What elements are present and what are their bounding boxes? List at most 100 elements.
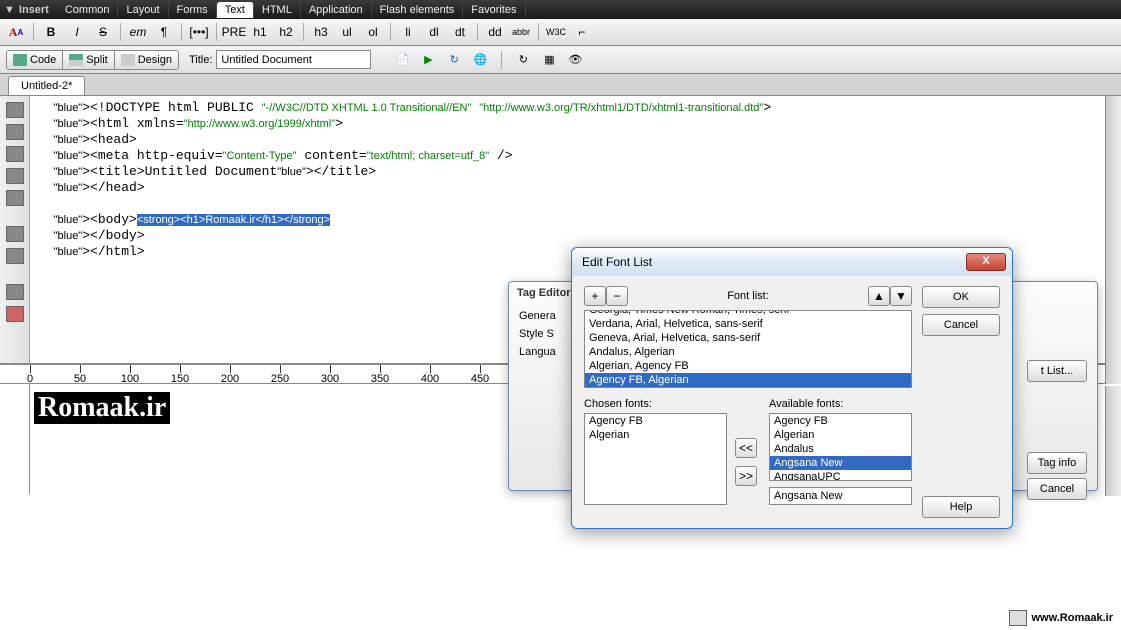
split-view-button[interactable]: Split <box>63 51 114 69</box>
insert-tab-common[interactable]: Common <box>57 2 119 18</box>
refresh-icon[interactable]: ↻ <box>443 50 465 70</box>
document-tab-row: Untitled-2* <box>0 74 1121 96</box>
gutter-tool-6[interactable] <box>6 226 24 242</box>
list-item[interactable]: Geneva, Arial, Helvetica, sans-serif <box>585 331 911 345</box>
gutter-tool-1[interactable] <box>6 102 24 118</box>
list-item[interactable]: Algerian <box>585 428 726 442</box>
move-left-button[interactable]: << <box>735 438 757 458</box>
format-ol-button[interactable]: ol <box>361 21 385 43</box>
available-fonts-box[interactable]: Agency FBAlgerianAndalusAngsana NewAngsa… <box>769 413 912 481</box>
gutter-tool-4[interactable] <box>6 168 24 184</box>
file-mgmt-icon[interactable]: 📄 <box>391 50 413 70</box>
list-item[interactable]: Algerian, Agency FB <box>585 359 911 373</box>
scrollbar-code[interactable] <box>1105 96 1121 384</box>
tag-editor-taginfo-button[interactable]: Tag info <box>1027 452 1087 474</box>
remove-button[interactable]: − <box>606 286 628 306</box>
title-label: Title: <box>189 54 212 66</box>
move-down-button[interactable]: ▼ <box>890 286 912 306</box>
move-up-button[interactable]: ▲ <box>868 286 890 306</box>
font-style-icon[interactable]: AA <box>4 21 28 43</box>
list-item[interactable]: Algerian <box>770 428 911 442</box>
format--button[interactable]: ¶ <box>152 21 176 43</box>
font-list-label: Font list: <box>628 290 868 302</box>
title-input[interactable] <box>216 50 371 69</box>
gutter-tool-2[interactable] <box>6 124 24 140</box>
dialog-title-text: Edit Font List <box>582 255 966 269</box>
format--button[interactable]: ⌐ <box>570 21 594 43</box>
format-i-button[interactable]: I <box>65 21 89 43</box>
code-view-button[interactable]: Code <box>7 51 63 69</box>
format-pre-button[interactable]: PRE <box>222 21 246 43</box>
tag-editor-list-button[interactable]: t List... <box>1027 360 1087 382</box>
list-item[interactable]: Agency FB <box>770 414 911 428</box>
format-em-button[interactable]: em <box>126 21 150 43</box>
footer-text: www.Romaak.ir <box>1031 612 1113 624</box>
chosen-fonts-label: Chosen fonts: <box>584 398 727 410</box>
insert-label[interactable]: Insert <box>19 4 49 16</box>
help-button[interactable]: Help <box>922 496 1000 518</box>
format-li-button[interactable]: li <box>396 21 420 43</box>
list-item[interactable]: Agency FB <box>585 414 726 428</box>
format-abbr-button[interactable]: abbr <box>509 21 533 43</box>
reload-icon[interactable]: ↻ <box>512 50 534 70</box>
format-h2-button[interactable]: h2 <box>274 21 298 43</box>
move-right-button[interactable]: >> <box>735 466 757 486</box>
vertical-ruler <box>0 384 30 494</box>
insert-tab-application[interactable]: Application <box>301 2 372 18</box>
format-w3c-button[interactable]: W3C <box>544 21 568 43</box>
visual-aids-icon[interactable]: 👁 <box>564 50 586 70</box>
available-fonts-label: Available fonts: <box>769 398 912 410</box>
list-item[interactable]: Georgia, Times New Roman, Times, serif <box>585 310 911 317</box>
list-item[interactable]: Andalus <box>770 442 911 456</box>
font-list-box[interactable]: Georgia, Times New Roman, Times, serifVe… <box>584 310 912 388</box>
preview-icon[interactable]: ▶ <box>417 50 439 70</box>
cancel-button[interactable]: Cancel <box>922 314 1000 336</box>
dialog-titlebar[interactable]: Edit Font List X <box>572 248 1012 276</box>
insert-tab-favorites[interactable]: Favorites <box>463 2 525 18</box>
view-switcher: Code Split Design <box>6 50 179 70</box>
gutter-tool-8[interactable] <box>6 284 24 300</box>
format-s-button[interactable]: S <box>91 21 115 43</box>
list-item[interactable]: Agency FB, Algerian <box>585 373 911 387</box>
format--button[interactable]: [•••] <box>187 21 211 43</box>
insert-dropdown-icon[interactable]: ▼ <box>4 4 15 16</box>
list-item[interactable]: Angsana New <box>770 456 911 470</box>
gutter-tool-5[interactable] <box>6 190 24 206</box>
insert-bar: ▼ Insert CommonLayoutFormsTextHTMLApplic… <box>0 0 1121 19</box>
footer-icon <box>1009 610 1027 626</box>
format-dd-button[interactable]: dd <box>483 21 507 43</box>
format-ul-button[interactable]: ul <box>335 21 359 43</box>
design-heading[interactable]: Romaak.ir <box>34 392 170 424</box>
options-icon[interactable]: ▦ <box>538 50 560 70</box>
document-toolbar: Code Split Design Title: 📄 ▶ ↻ 🌐 ↻ ▦ 👁 <box>0 46 1121 74</box>
scrollbar-design[interactable] <box>1105 386 1121 496</box>
insert-tab-layout[interactable]: Layout <box>118 2 168 18</box>
chosen-fonts-box[interactable]: Agency FBAlgerian <box>584 413 727 505</box>
insert-tab-flash-elements[interactable]: Flash elements <box>372 2 464 18</box>
gutter-tool-3[interactable] <box>6 146 24 162</box>
format-h3-button[interactable]: h3 <box>309 21 333 43</box>
insert-tab-text[interactable]: Text <box>217 2 254 18</box>
edit-font-list-dialog: Edit Font List X + − Font list: ▲ ▼ Geor… <box>571 247 1013 529</box>
code-gutter <box>0 96 30 363</box>
document-tab[interactable]: Untitled-2* <box>8 76 85 95</box>
close-icon[interactable]: X <box>966 253 1006 271</box>
list-item[interactable]: AngsanaUPC <box>770 470 911 481</box>
gutter-tool-7[interactable] <box>6 248 24 264</box>
format-dl-button[interactable]: dl <box>422 21 446 43</box>
format-h1-button[interactable]: h1 <box>248 21 272 43</box>
insert-tab-html[interactable]: HTML <box>254 2 301 18</box>
format-b-button[interactable]: B <box>39 21 63 43</box>
design-view-button[interactable]: Design <box>115 51 178 69</box>
gutter-tool-9[interactable] <box>6 306 24 322</box>
format-toolbar: AA BISem¶ [•••] PREh1h2 h3ulollidldtddabbr W… <box>0 19 1121 46</box>
insert-tab-forms[interactable]: Forms <box>169 2 217 18</box>
ok-button[interactable]: OK <box>922 286 1000 308</box>
font-preview-field[interactable] <box>769 487 912 505</box>
list-item[interactable]: Andalus, Algerian <box>585 345 911 359</box>
add-button[interactable]: + <box>584 286 606 306</box>
list-item[interactable]: Verdana, Arial, Helvetica, sans-serif <box>585 317 911 331</box>
format-dt-button[interactable]: dt <box>448 21 472 43</box>
globe-icon[interactable]: 🌐 <box>469 50 491 70</box>
tag-editor-cancel-button[interactable]: Cancel <box>1027 478 1087 500</box>
